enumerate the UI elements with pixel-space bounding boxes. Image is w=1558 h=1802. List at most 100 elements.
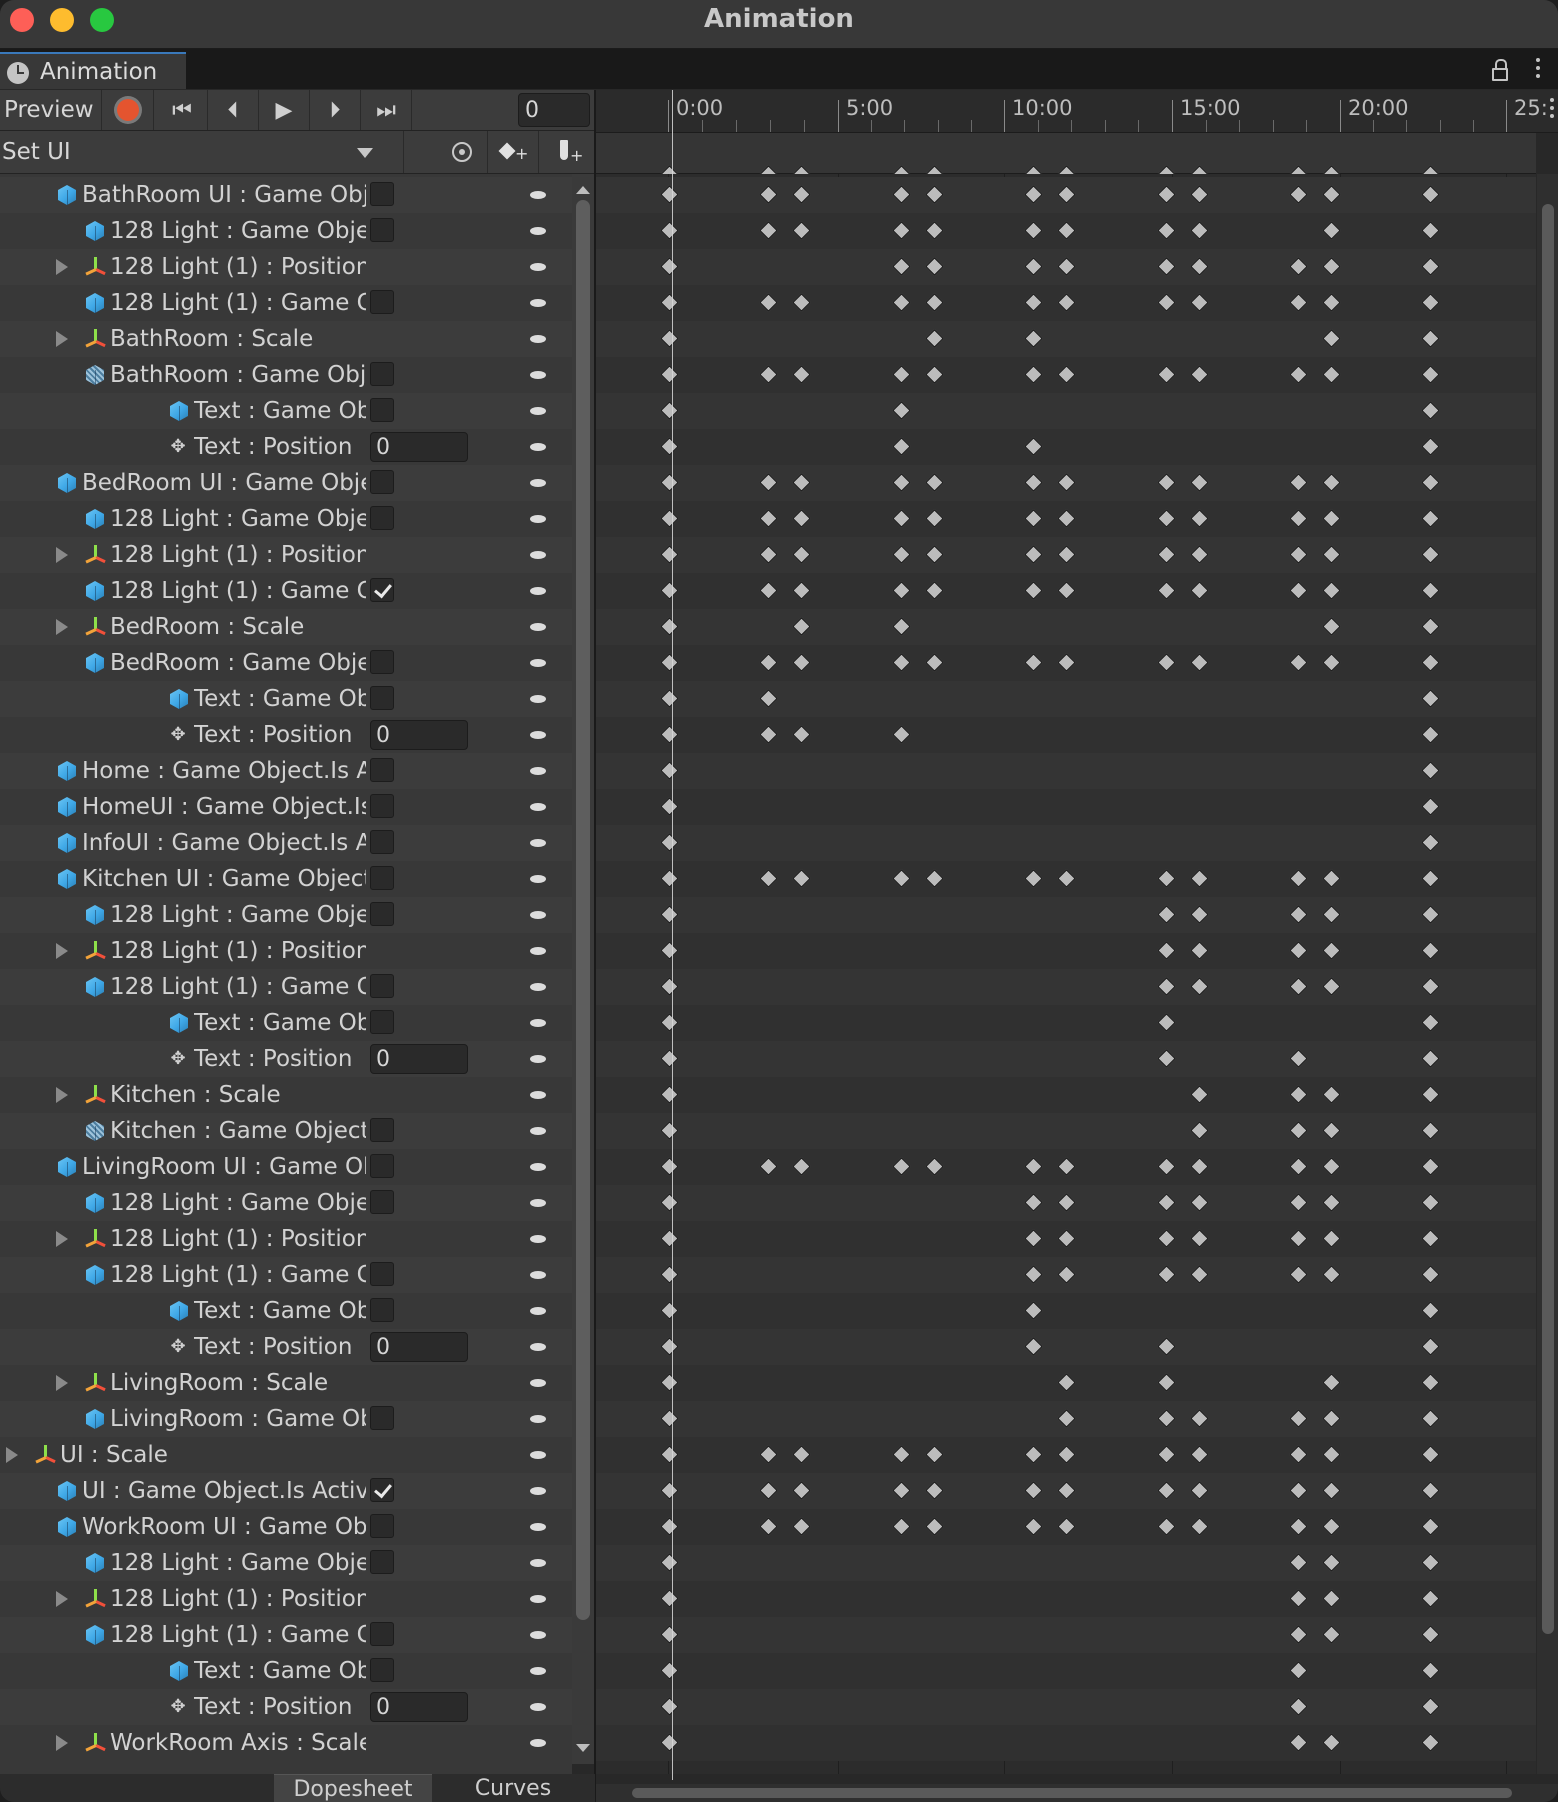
keyframe[interactable] (1322, 977, 1341, 996)
keyframe[interactable] (891, 473, 911, 492)
keyframe[interactable] (1024, 1481, 1043, 1500)
dopesheet-row[interactable] (596, 1329, 1536, 1365)
event-lane[interactable] (596, 133, 1536, 184)
keyframe[interactable] (891, 293, 911, 312)
dopesheet-row[interactable] (596, 177, 1536, 213)
curve-visibility-toggle[interactable] (530, 227, 546, 235)
keyframe[interactable] (660, 1553, 679, 1572)
dopesheet-row[interactable] (596, 573, 1536, 609)
keyframe[interactable] (1322, 1625, 1341, 1644)
keyframe[interactable] (891, 617, 911, 636)
property-row[interactable]: Text : Game Ob (0, 393, 572, 429)
dopesheet-row[interactable] (596, 1077, 1536, 1113)
property-row[interactable]: 128 Light (1) : Position (0, 537, 572, 573)
keyframe[interactable] (1421, 1589, 1440, 1608)
keyframe[interactable] (1421, 1517, 1440, 1536)
dopesheet-row[interactable] (596, 1581, 1536, 1617)
keyframe[interactable] (1189, 653, 1209, 672)
dopesheet-row[interactable] (596, 1185, 1536, 1221)
keyframe[interactable] (1024, 545, 1043, 564)
keyframe[interactable] (1322, 1445, 1341, 1464)
timeline-options-icon[interactable] (1550, 98, 1554, 120)
dopesheet-row[interactable] (596, 1041, 1536, 1077)
keyframe[interactable] (1024, 581, 1043, 600)
keyframe[interactable] (759, 545, 778, 564)
keyframe[interactable] (792, 221, 812, 240)
keyframe[interactable] (1421, 1661, 1440, 1680)
curve-visibility-toggle[interactable] (530, 875, 546, 883)
keyframe[interactable] (1421, 185, 1440, 204)
keyframe[interactable] (1421, 581, 1440, 600)
property-row[interactable]: BedRoom : Scale (0, 609, 572, 645)
keyframe[interactable] (891, 1481, 911, 1500)
scrollbar-thumb[interactable] (632, 1788, 1512, 1798)
property-row[interactable]: 128 Light (1) : Position (0, 1221, 572, 1257)
keyframe[interactable] (1189, 185, 1209, 204)
property-value-field[interactable]: 0 (370, 1044, 468, 1074)
keyframe[interactable] (660, 797, 679, 816)
property-row[interactable]: UI : Scale (0, 1437, 572, 1473)
keyframe[interactable] (1322, 1481, 1341, 1500)
foldout-arrow-icon[interactable] (56, 331, 68, 347)
foldout-arrow-icon[interactable] (56, 1591, 68, 1607)
keyframe[interactable] (792, 1445, 812, 1464)
keyframe[interactable] (1322, 1157, 1341, 1176)
keyframe[interactable] (925, 581, 944, 600)
property-value-field[interactable]: 0 (370, 432, 468, 462)
keyframe[interactable] (1057, 1445, 1076, 1464)
dopesheet-row[interactable] (596, 501, 1536, 537)
dopesheet-row[interactable] (596, 213, 1536, 249)
keyframe[interactable] (660, 509, 679, 528)
curve-visibility-toggle[interactable] (530, 1307, 546, 1315)
keyframe[interactable] (1189, 293, 1209, 312)
scroll-down-icon[interactable] (576, 1744, 590, 1752)
keyframe[interactable] (660, 617, 679, 636)
previous-keyframe-button[interactable]: ⏴ (208, 90, 259, 130)
keyframe[interactable] (1289, 365, 1308, 384)
keyframe[interactable] (1289, 1589, 1308, 1608)
keyframe[interactable] (792, 725, 812, 744)
property-row[interactable]: 128 Light : Game Objec (0, 1185, 572, 1221)
keyframe[interactable] (1057, 869, 1076, 888)
keyframe[interactable] (925, 221, 944, 240)
property-value-checkbox[interactable] (370, 794, 394, 818)
keyframe[interactable] (1156, 653, 1176, 672)
keyframe[interactable] (1289, 1517, 1308, 1536)
keyframe[interactable] (1156, 905, 1176, 924)
keyframe[interactable] (1322, 221, 1341, 240)
keyframe[interactable] (759, 293, 778, 312)
last-keyframe-button[interactable]: ⏭ (361, 90, 412, 130)
property-row[interactable]: BedRoom : Game Obje (0, 645, 572, 681)
keyframe[interactable] (759, 1517, 778, 1536)
keyframe[interactable] (1421, 1121, 1440, 1140)
property-value-checkbox[interactable] (370, 182, 394, 206)
dopesheet-row[interactable] (596, 465, 1536, 501)
curve-visibility-toggle[interactable] (530, 1415, 546, 1423)
keyframe[interactable] (1421, 365, 1440, 384)
first-keyframe-button[interactable]: ⏮ (157, 90, 208, 130)
curve-visibility-toggle[interactable] (530, 587, 546, 595)
dopesheet-row[interactable] (596, 1653, 1536, 1689)
keyframe[interactable] (1156, 941, 1176, 960)
keyframe[interactable] (891, 1445, 911, 1464)
keyframe[interactable] (1024, 1265, 1043, 1284)
property-value-checkbox[interactable] (370, 1118, 394, 1142)
keyframe[interactable] (792, 1517, 812, 1536)
keyframe[interactable] (1289, 473, 1308, 492)
dopesheet-row[interactable] (596, 681, 1536, 717)
keyframe[interactable] (1189, 869, 1209, 888)
keyframe[interactable] (759, 509, 778, 528)
keyframe[interactable] (1024, 185, 1043, 204)
keyframe[interactable] (1189, 1193, 1209, 1212)
keyframe[interactable] (1057, 1265, 1076, 1284)
keyframe[interactable] (1421, 869, 1440, 888)
dopesheet-row[interactable] (596, 1617, 1536, 1653)
keyframe[interactable] (660, 1157, 679, 1176)
timeline-ruler[interactable]: 0:00 5:00 10:00 15:00 20:00 25: (596, 90, 1558, 133)
property-row[interactable]: 128 Light : Game Objec (0, 897, 572, 933)
property-value-checkbox[interactable] (370, 1478, 394, 1502)
curve-visibility-toggle[interactable] (530, 1163, 546, 1171)
keyframe[interactable] (1421, 1445, 1440, 1464)
keyframe[interactable] (759, 185, 778, 204)
keyframe[interactable] (1421, 329, 1440, 348)
